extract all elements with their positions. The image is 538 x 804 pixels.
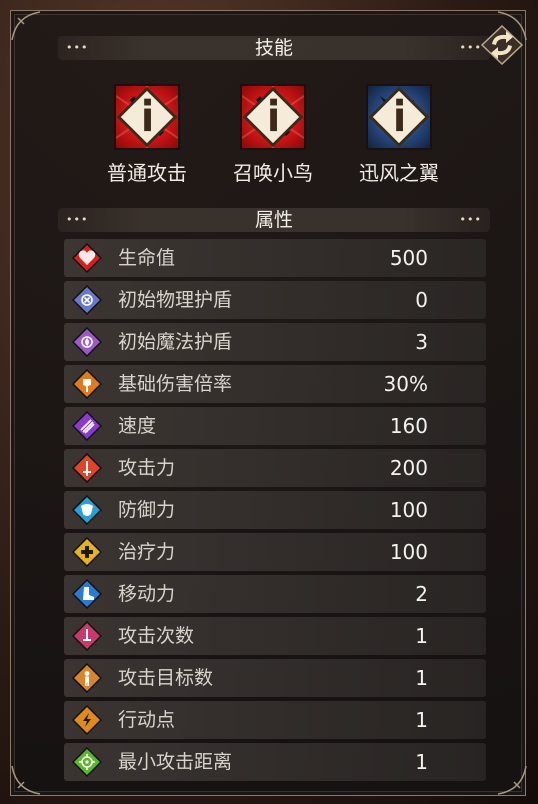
- attribute-name: 速度: [118, 415, 157, 437]
- attribute-value: 200: [389, 456, 428, 480]
- magic-shield-icon: [72, 327, 102, 357]
- attribute-name: 治疗力: [118, 541, 176, 563]
- defense-icon: [72, 495, 102, 525]
- attribute-value: 160: [389, 414, 428, 438]
- attribute-value: 1: [415, 624, 428, 648]
- attribute-row[interactable]: 治疗力 100: [64, 533, 486, 571]
- attribute-name: 初始物理护盾: [118, 289, 233, 311]
- attribute-row[interactable]: 移动力 2: [64, 575, 486, 613]
- attribute-name: 最小攻击距离: [118, 751, 233, 773]
- attribute-value: 2: [415, 582, 428, 606]
- attribute-value: 0: [415, 288, 428, 312]
- attribute-name: 攻击次数: [118, 625, 195, 647]
- attribute-value: 30%: [383, 372, 428, 396]
- attribute-value: 100: [389, 498, 428, 522]
- axe-icon: [72, 369, 102, 399]
- attribute-row[interactable]: 攻击目标数 1: [64, 659, 486, 697]
- info-icon[interactable]: [368, 86, 430, 148]
- header-dots: •••: [459, 213, 482, 226]
- skill-icon-frame: [114, 84, 180, 150]
- skill-icon-frame: [240, 84, 306, 150]
- skill-summon-bird[interactable]: 召唤小鸟: [218, 84, 328, 186]
- lightning-icon: [72, 705, 102, 735]
- boot-icon: [72, 579, 102, 609]
- corner-ornament: [10, 10, 50, 50]
- attribute-name: 防御力: [118, 499, 176, 521]
- attribute-row[interactable]: 速度 160: [64, 407, 486, 445]
- speed-icon: [72, 411, 102, 441]
- attribute-value: 100: [389, 540, 428, 564]
- attribute-row[interactable]: 行动点 1: [64, 701, 486, 739]
- skill-label: 普通攻击: [107, 161, 187, 185]
- info-icon[interactable]: [242, 86, 304, 148]
- attribute-row[interactable]: 生命值 500: [64, 239, 486, 277]
- attack-count-icon: [72, 621, 102, 651]
- skill-icon-frame: [366, 84, 432, 150]
- skill-label: 召唤小鸟: [233, 161, 313, 185]
- attribute-row[interactable]: 初始物理护盾 0: [64, 281, 486, 319]
- attribute-row[interactable]: 最小攻击距离 1: [64, 743, 486, 781]
- attribute-value: 1: [415, 750, 428, 774]
- attribute-name: 基础伤害倍率: [118, 373, 233, 395]
- heart-icon: [72, 243, 102, 273]
- skill-label: 迅风之翼: [359, 161, 439, 185]
- attribute-value: 1: [415, 708, 428, 732]
- attribute-row[interactable]: 攻击次数 1: [64, 617, 486, 655]
- attribute-value: 500: [389, 246, 428, 270]
- attribute-name: 移动力: [118, 583, 176, 605]
- attributes-header: ••• 属性 •••: [58, 208, 490, 232]
- attribute-name: 行动点: [118, 709, 176, 731]
- refresh-button[interactable]: [478, 24, 526, 66]
- heal-icon: [72, 537, 102, 567]
- physical-shield-icon: [72, 285, 102, 315]
- attribute-name: 生命值: [118, 247, 176, 269]
- attribute-row[interactable]: 防御力 100: [64, 491, 486, 529]
- attribute-row[interactable]: 基础伤害倍率 30%: [64, 365, 486, 403]
- corner-ornament: [10, 756, 50, 796]
- attribute-value: 3: [415, 330, 428, 354]
- attribute-name: 攻击力: [118, 457, 176, 479]
- attribute-row[interactable]: 攻击力 200: [64, 449, 486, 487]
- skill-normal-attack[interactable]: 普通攻击: [92, 84, 202, 186]
- attribute-name: 初始魔法护盾: [118, 331, 233, 353]
- crosshair-icon: [72, 747, 102, 777]
- attributes-title: 属性: [254, 209, 293, 231]
- refresh-icon: [480, 24, 524, 66]
- skills-header: ••• 技能 •••: [58, 36, 490, 60]
- skill-wind-wing[interactable]: 迅风之翼: [344, 84, 454, 186]
- attribute-value: 1: [415, 666, 428, 690]
- target-person-icon: [72, 663, 102, 693]
- attack-icon: [72, 453, 102, 483]
- attribute-row[interactable]: 初始魔法护盾 3: [64, 323, 486, 361]
- skills-title: 技能: [254, 37, 293, 59]
- corner-ornament: [488, 756, 528, 796]
- info-icon[interactable]: [116, 86, 178, 148]
- attribute-name: 攻击目标数: [118, 667, 214, 689]
